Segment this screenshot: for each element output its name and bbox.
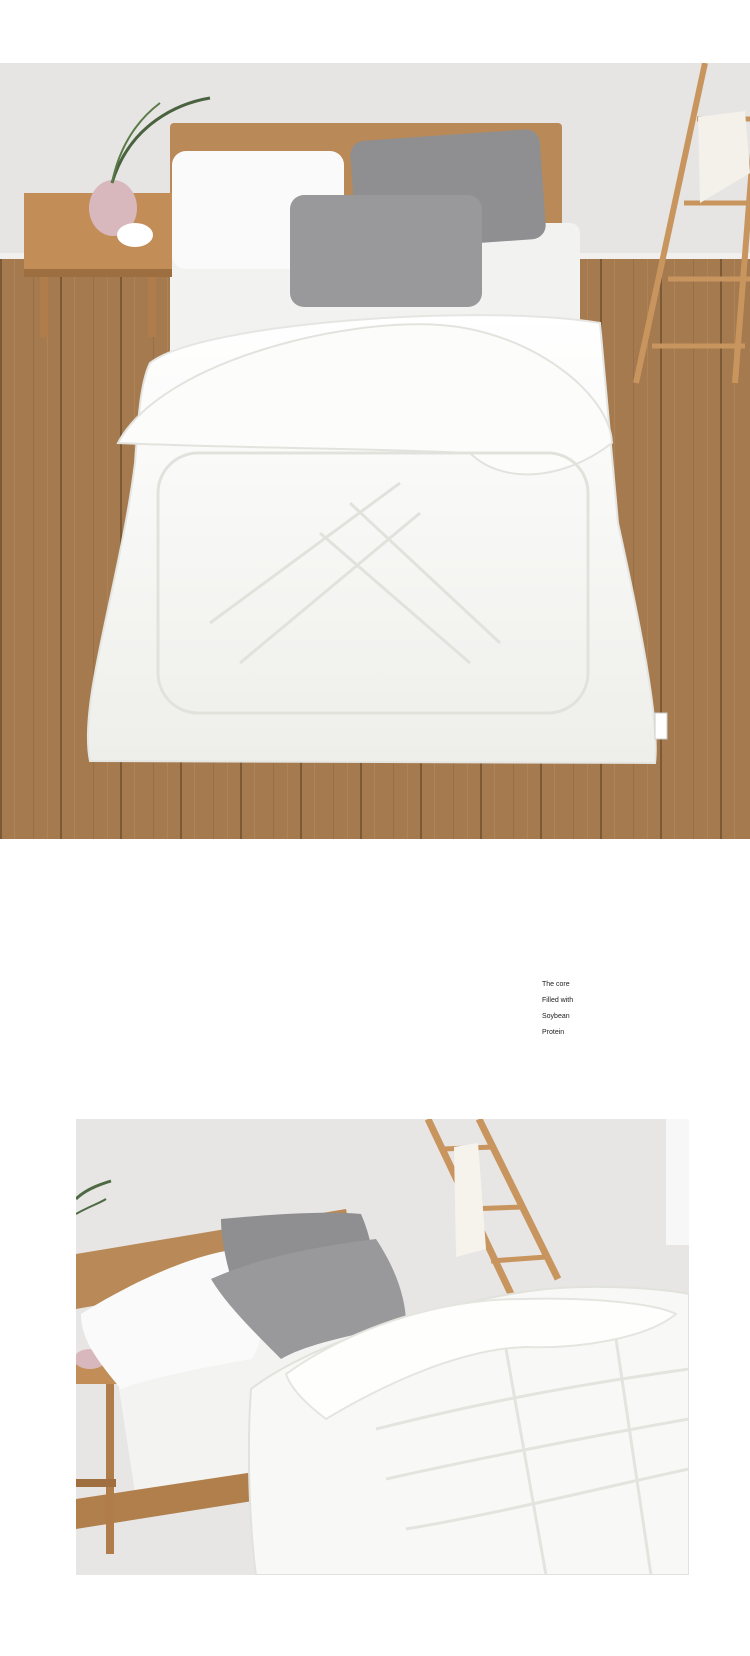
grey-pillow-front [290,195,482,307]
caption-line-2: Filled with [542,997,574,1004]
caption-line-1: The core [542,981,570,988]
window [666,1119,689,1245]
caption-line-3: Soybean [542,1013,570,1020]
bedroom-photo-bottom [76,1119,689,1575]
caption-line-4: Protein [542,1029,565,1036]
product-caption: The core Filled with Soybean Protein [542,977,662,1041]
bedroom-photo-top [0,63,750,839]
